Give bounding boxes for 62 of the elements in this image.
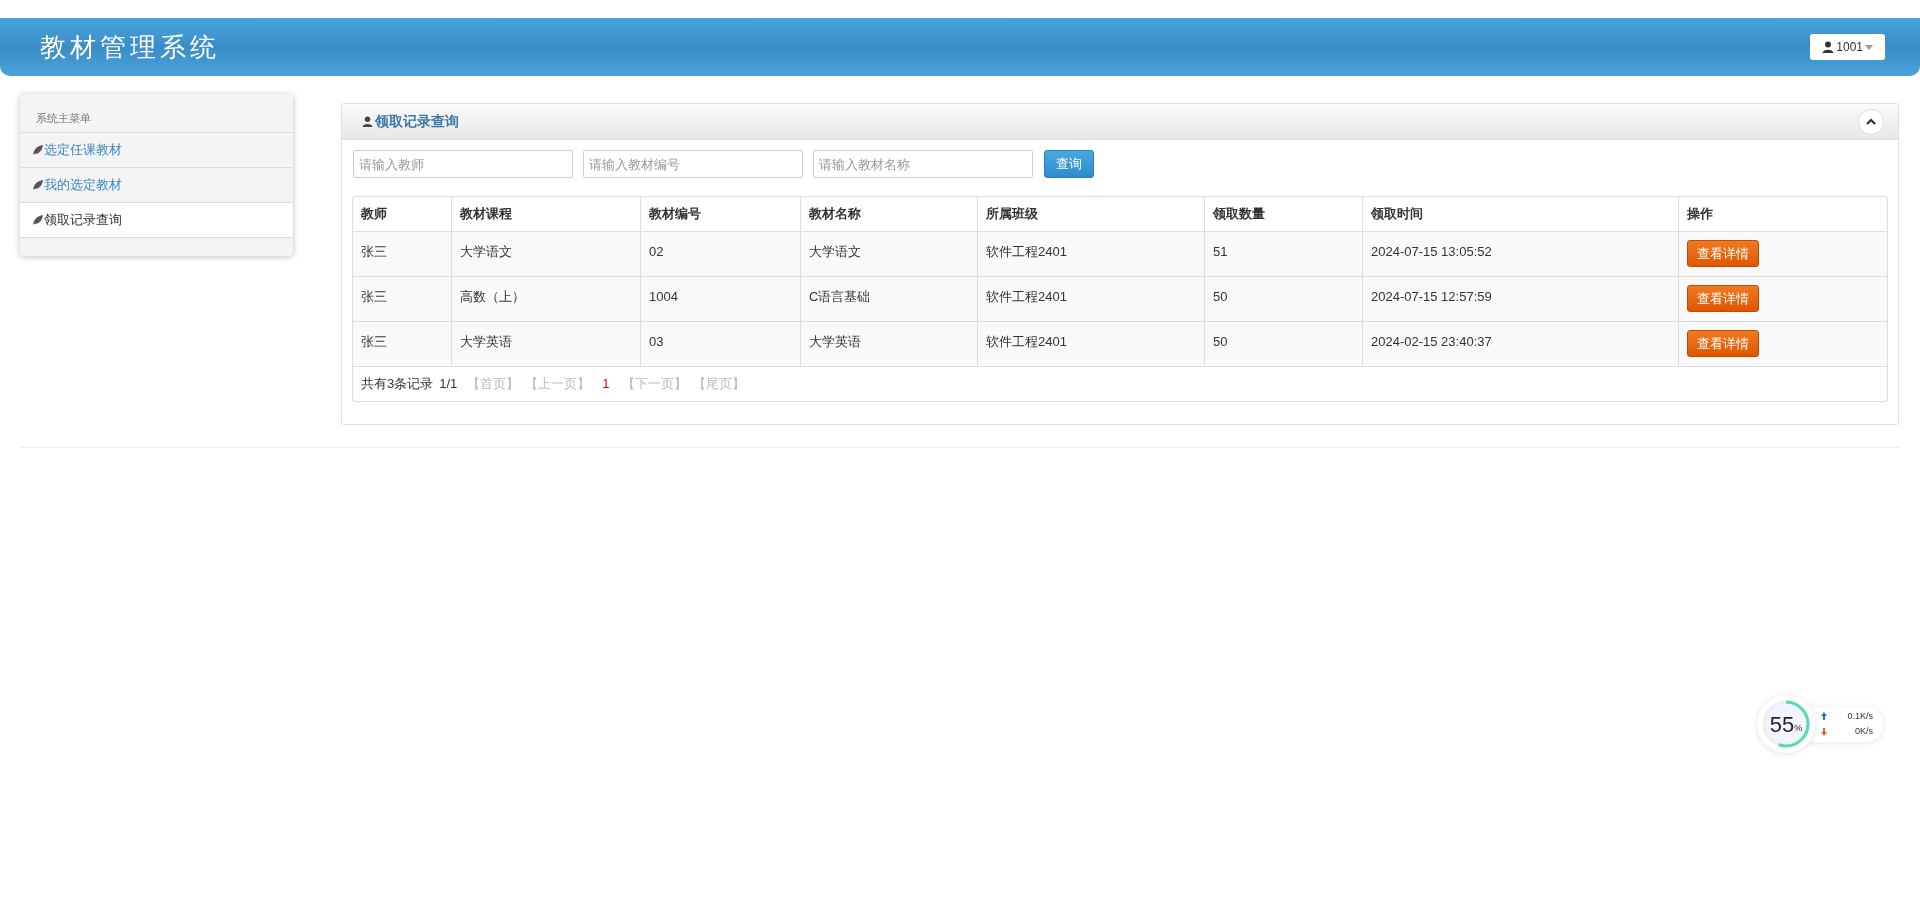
collapse-button[interactable] bbox=[1858, 108, 1884, 135]
column-header: 教材课程 bbox=[452, 197, 641, 231]
download-speed: 0K/s bbox=[1854, 725, 1873, 738]
menu-item[interactable]: 领取记录查询 bbox=[20, 202, 293, 238]
column-header: 所属班级 bbox=[978, 197, 1205, 231]
column-header: 操作 bbox=[1686, 205, 1714, 224]
table-cell: 高数（上） bbox=[452, 277, 641, 321]
table-cell: 50 bbox=[1205, 322, 1363, 366]
column-header: 教师 bbox=[353, 197, 452, 231]
table-cell: 软件工程2401 bbox=[978, 232, 1205, 276]
table-cell: 2024-07-15 12:57:59 bbox=[1363, 277, 1679, 321]
user-menu-button[interactable]: 1001 bbox=[1810, 34, 1885, 60]
table-cell: 张三 bbox=[353, 277, 452, 321]
usage-percent: 55 bbox=[1769, 710, 1795, 739]
view-details-button[interactable]: 查看详情 bbox=[1687, 285, 1759, 312]
table-cell: 张三 bbox=[353, 322, 452, 366]
current-page: 1 bbox=[601, 375, 611, 394]
percent-sign: % bbox=[1794, 723, 1803, 736]
pagination-link[interactable]: 【首页】 bbox=[467, 374, 520, 394]
table-cell: 50 bbox=[1205, 277, 1363, 321]
table-cell: 大学英语 bbox=[452, 322, 641, 366]
user-icon bbox=[1822, 41, 1835, 53]
record-count: 共有3条记录 bbox=[361, 375, 434, 394]
table-cell: 大学英语 bbox=[801, 322, 978, 366]
upload-speed: 0.1K/s bbox=[1846, 709, 1873, 723]
chevron-up-icon bbox=[1866, 118, 1876, 125]
view-details-button[interactable]: 查看详情 bbox=[1687, 330, 1759, 357]
leaf-icon bbox=[32, 213, 44, 226]
upload-arrow-icon bbox=[1821, 712, 1827, 721]
search-field[interactable]: 请输入教材名称 bbox=[813, 150, 1033, 178]
view-details-button[interactable]: 查看详情 bbox=[1687, 240, 1759, 267]
column-header: 领取时间 bbox=[1363, 197, 1679, 231]
panel-title: 领取记录查询 bbox=[375, 112, 459, 131]
column-header: 教材名称 bbox=[801, 197, 978, 231]
search-field[interactable]: 请输入教材编号 bbox=[583, 150, 803, 178]
app-title: 教材管理系统 bbox=[40, 30, 220, 64]
table-cell: 软件工程2401 bbox=[978, 322, 1205, 366]
page-count: 1/1 bbox=[439, 375, 458, 394]
leaf-icon bbox=[32, 178, 44, 191]
menu-heading: 系统主菜单 bbox=[36, 112, 91, 124]
table-cell: 1004 bbox=[641, 277, 801, 321]
table-cell: 2024-07-15 13:05:52 bbox=[1363, 232, 1679, 276]
table-cell: 大学语文 bbox=[801, 232, 978, 276]
pagination-link[interactable]: 【尾页】 bbox=[692, 374, 745, 394]
user-icon bbox=[362, 116, 373, 127]
table-cell: 大学语文 bbox=[452, 232, 641, 276]
table-cell: 03 bbox=[641, 322, 801, 366]
search-field[interactable]: 请输入教师 bbox=[353, 150, 573, 178]
table-cell: 51 bbox=[1205, 232, 1363, 276]
table-cell: 张三 bbox=[353, 232, 452, 276]
query-button[interactable]: 查询 bbox=[1044, 150, 1094, 178]
menu-item[interactable]: 选定任课教材 bbox=[20, 132, 293, 168]
table-cell: 软件工程2401 bbox=[978, 277, 1205, 321]
leaf-icon bbox=[32, 143, 44, 156]
table-cell: C语言基础 bbox=[801, 277, 978, 321]
download-arrow-icon bbox=[1821, 727, 1827, 736]
menu-item[interactable]: 我的选定教材 bbox=[20, 167, 293, 203]
column-header: 教材编号 bbox=[641, 197, 801, 231]
column-header: 领取数量 bbox=[1205, 197, 1363, 231]
table-cell: 2024-02-15 23:40:37 bbox=[1363, 322, 1679, 366]
caret-icon bbox=[1865, 44, 1873, 50]
table-cell: 02 bbox=[641, 232, 801, 276]
